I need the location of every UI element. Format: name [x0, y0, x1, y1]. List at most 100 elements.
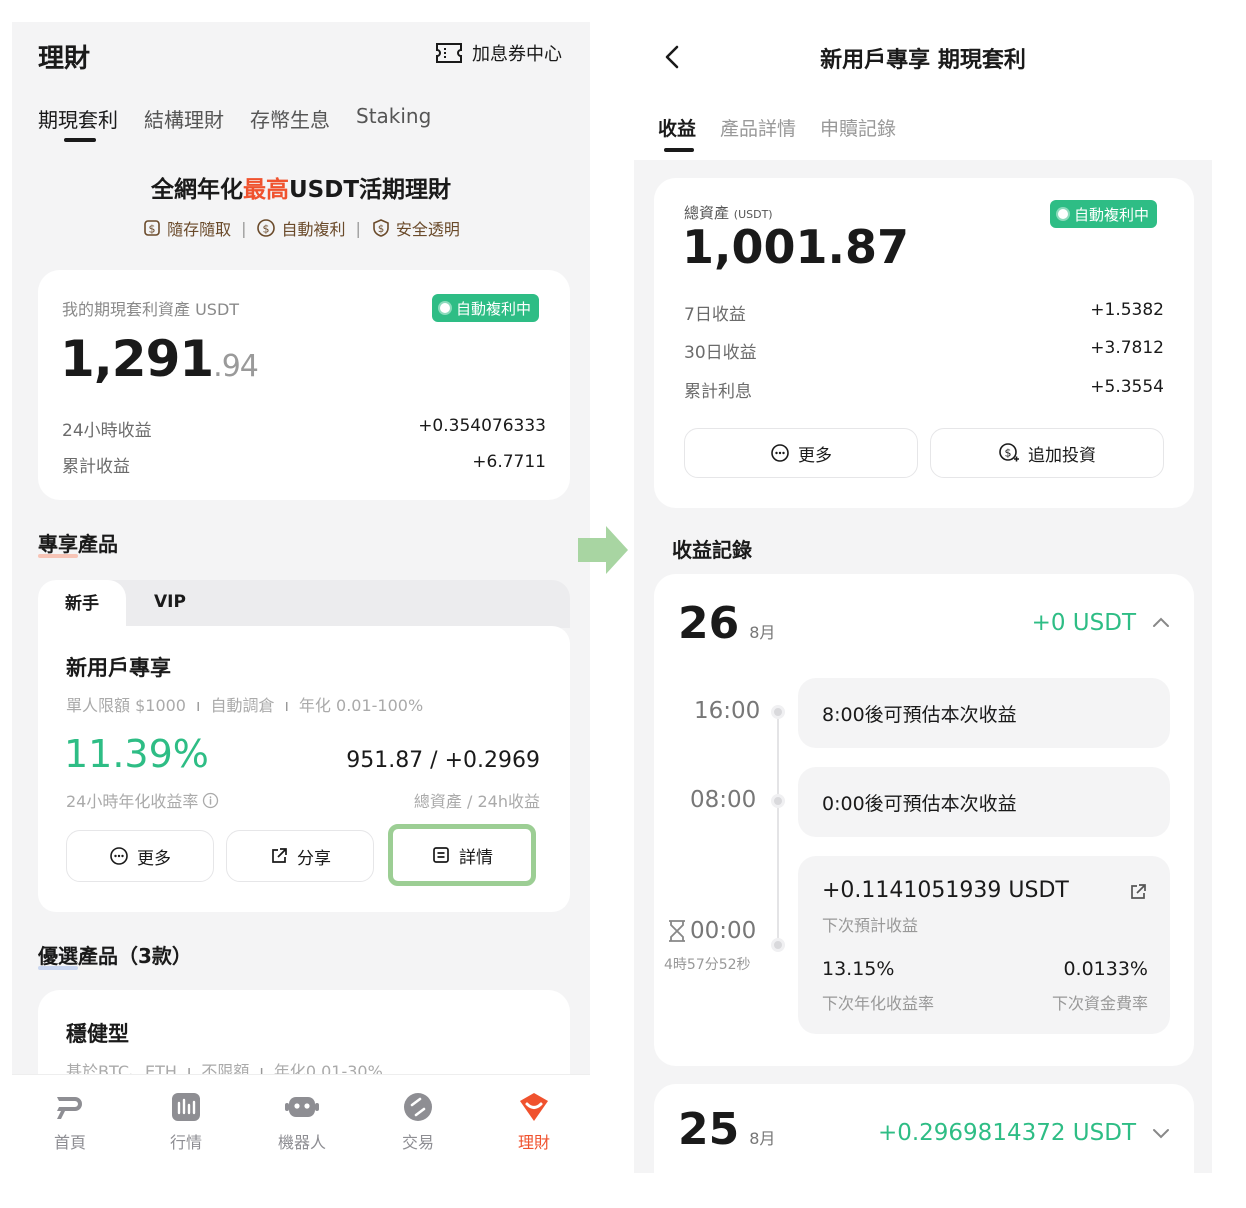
product-card: 新用戶專享 單人限額 $1000 ı 自動調倉 ı 年化 0.01-100% 11.39…: [38, 626, 570, 912]
featured-name: 穩健型: [66, 1022, 129, 1046]
tab-arbitrage[interactable]: 期現套利: [38, 104, 118, 133]
coupon-center-link[interactable]: 加息券中心: [434, 40, 562, 66]
earnings-row-interest: 累計利息 +5.3554: [684, 377, 1164, 402]
detail-tabs: 收益 產品詳情 申贖記錄: [658, 114, 896, 141]
more-button[interactable]: 更多: [66, 830, 214, 882]
banner-features: $ 隨存隨取 | $ 自動複利 | $ 安全透明: [12, 216, 590, 240]
ticket-icon: [434, 40, 464, 66]
details-button[interactable]: 詳情: [388, 824, 536, 886]
right-screen: 新用戶專享 期現套利 收益 產品詳情 申贖記錄 總資產 (USDT) 自動複利中…: [634, 22, 1212, 1173]
timeline-dot: [771, 705, 785, 719]
auto-compound-badge: 自動複利中: [432, 294, 540, 322]
tab-staking[interactable]: Staking: [356, 104, 431, 133]
next-fee: 0.0133%: [1063, 958, 1148, 980]
dollar-icon: $: [142, 218, 162, 238]
nav-market[interactable]: 行情: [150, 1091, 222, 1153]
more-dots-icon: [109, 846, 129, 866]
asset-row-total: 累計收益 +6.7711: [62, 452, 546, 477]
finance-icon: [517, 1091, 551, 1123]
chevron-down-icon: [1152, 1128, 1170, 1140]
timeline-time-2: 08:00: [690, 787, 757, 813]
nav-trade[interactable]: 交易: [382, 1091, 454, 1153]
more-dots-icon: [770, 443, 790, 463]
timeline-line: [777, 714, 779, 946]
more-button[interactable]: 更多: [684, 428, 918, 478]
share-button[interactable]: 分享: [226, 830, 374, 882]
expand-button[interactable]: [1152, 1128, 1170, 1140]
tab-newbie[interactable]: 新手: [38, 580, 126, 630]
collapse-button[interactable]: [1152, 616, 1170, 628]
feature-transparent: $ 安全透明: [371, 216, 460, 240]
page-title: 新用戶專享 期現套利: [820, 48, 1026, 73]
featured-title: 優選產品（3款）: [38, 944, 192, 968]
record-day-card[interactable]: 25 8月 +0.2969814372 USDT: [654, 1084, 1194, 1173]
summary-card: 總資產 (USDT) 自動複利中 1,001.87 7日收益 +1.5382 30…: [654, 178, 1194, 508]
asset-card: 我的期現套利資產 USDT 自動複利中 1,291.94 24小時收益 +0.35…: [38, 270, 570, 500]
trade-icon: [402, 1091, 434, 1123]
left-screen: 理財 加息券中心 期現套利 結構理財 存幣生息 Staking 全網年化最高US…: [12, 22, 590, 1173]
coupon-center-label: 加息券中心: [472, 44, 562, 65]
asset-amount: 1,291.94: [60, 330, 259, 388]
coin-plus-icon: $: [998, 442, 1020, 464]
svg-text:$: $: [1005, 447, 1012, 460]
asset-row-24h: 24小時收益 +0.354076333: [62, 416, 546, 441]
active-tab-indicator: [664, 148, 694, 152]
tab-earnings[interactable]: 收益: [658, 114, 696, 141]
pending-earnings-card: +0.1141051939 USDT 下次預計收益 13.15% 下次年化收益率…: [798, 856, 1170, 1034]
product-rate-label: 24小時年化收益率: [66, 788, 219, 812]
next-rate: 13.15%: [822, 958, 895, 980]
product-name: 新用戶專享: [66, 656, 171, 680]
next-rate-label: 下次年化收益率: [822, 994, 935, 1013]
svg-text:$: $: [378, 224, 384, 235]
timeline-note-2: 0:00後可預估本次收益: [798, 767, 1170, 837]
product-rate: 11.39%: [64, 732, 209, 776]
svg-text:$: $: [149, 223, 156, 236]
record-date: 25 8月: [678, 1104, 776, 1155]
product-desc: 單人限額 $1000 ı 自動調倉 ı 年化 0.01-100%: [66, 696, 424, 715]
external-link-icon: [1128, 882, 1148, 902]
total-assets-amount: 1,001.87: [682, 220, 909, 274]
tab-structured[interactable]: 結構理財: [144, 104, 224, 133]
earnings-row-7d: 7日收益 +1.5382: [684, 300, 1164, 325]
record-date: 26 8月: [678, 598, 776, 649]
tab-vip[interactable]: VIP: [154, 592, 186, 612]
robot-icon: [284, 1091, 320, 1123]
home-icon: [53, 1091, 87, 1123]
title-underline: [38, 554, 78, 558]
document-icon: [431, 845, 451, 865]
shield-icon: $: [371, 218, 391, 238]
record-day-card: 26 8月 +0 USDT 16:00 8:00後可預估本次收益 08:00 0…: [654, 574, 1194, 1066]
timeline-note-1: 8:00後可預估本次收益: [798, 678, 1170, 748]
nav-finance[interactable]: 理財: [498, 1091, 570, 1153]
feature-compound: $ 自動複利: [256, 216, 346, 240]
records-title: 收益記錄: [672, 538, 752, 562]
tab-product-details[interactable]: 產品詳情: [720, 114, 796, 141]
timeline-dot: [771, 794, 785, 808]
timeline-time-3: 00:00: [666, 918, 756, 944]
info-icon[interactable]: [202, 792, 219, 809]
status-dot-icon: [440, 303, 450, 313]
hourglass-icon: [666, 919, 688, 943]
add-investment-button[interactable]: $ 追加投資: [930, 428, 1164, 478]
product-assets: 951.87 / +0.2969: [346, 748, 540, 773]
bottom-nav: 首頁 行情 機器人 交易 理財: [12, 1074, 590, 1173]
record-day-total: +0 USDT: [1031, 610, 1136, 636]
next-fee-label: 下次資金費率: [1051, 994, 1148, 1013]
tab-subscription-records[interactable]: 申贖記錄: [820, 114, 896, 141]
timeline-time-1: 16:00: [694, 698, 761, 724]
banner-title: 全網年化最高USDT活期理財: [150, 177, 452, 203]
timeline-dot: [771, 938, 785, 952]
coin-icon: $: [256, 218, 276, 238]
featured-underline: [38, 966, 78, 970]
record-day-total: +0.2969814372 USDT: [877, 1120, 1136, 1146]
pending-amount-label: 下次預計收益: [822, 916, 919, 935]
countdown: 4時57分52秒: [664, 957, 751, 973]
exclusive-title: 專享產品: [38, 532, 118, 556]
nav-bot[interactable]: 機器人: [266, 1091, 338, 1153]
tab-savings[interactable]: 存幣生息: [250, 104, 330, 133]
transition-arrow: [576, 524, 630, 576]
active-tab-indicator: [64, 138, 96, 142]
top-tabs: 期現套利 結構理財 存幣生息 Staking: [38, 104, 431, 133]
nav-home[interactable]: 首頁: [34, 1091, 106, 1153]
share-button[interactable]: [1128, 882, 1148, 902]
